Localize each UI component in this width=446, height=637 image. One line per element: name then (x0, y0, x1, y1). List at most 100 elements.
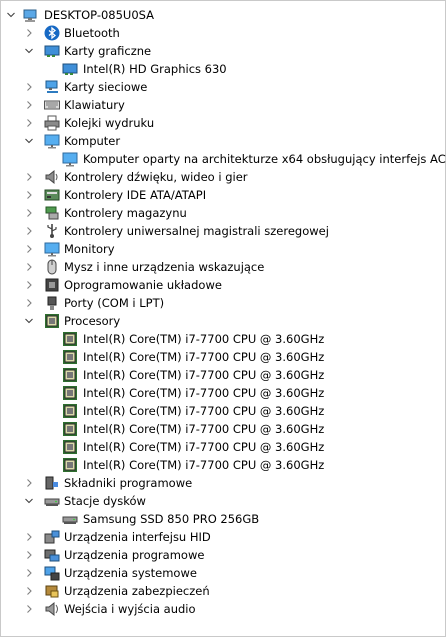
tree-category[interactable]: Kontrolery IDE ATA/ATAPI (1, 186, 446, 204)
tree-item-label: Komputer oparty na architekturze x64 obs… (83, 152, 446, 166)
tree-category[interactable]: Mysz i inne urządzenia wskazujące (1, 258, 446, 276)
tree-category[interactable]: Bluetooth (1, 24, 446, 42)
tree-item-label: Urządzenia systemowe (64, 566, 197, 580)
tree-category[interactable]: Kontrolery uniwersalnej magistrali szere… (1, 222, 446, 240)
tree-item-label: Kontrolery dźwięku, wideo i gier (64, 170, 248, 184)
tree-item-label: Kolejki wydruku (64, 116, 155, 130)
chevron-right-icon[interactable] (25, 83, 33, 91)
tree-device[interactable]: Komputer oparty na architekturze x64 obs… (1, 150, 446, 168)
tree-item-label: Mysz i inne urządzenia wskazujące (64, 260, 265, 274)
network-adapter-icon (45, 80, 58, 93)
processor-icon (63, 458, 77, 472)
tree-category[interactable]: Kontrolery dźwięku, wideo i gier (1, 168, 446, 186)
tree-device[interactable]: Intel(R) Core(TM) i7-7700 CPU @ 3.60GHz (1, 420, 446, 438)
tree-category[interactable]: Klawiatury (1, 96, 446, 114)
tree-item-label: Bluetooth (64, 26, 120, 40)
tree-item-label: Składniki programowe (64, 476, 193, 490)
port-icon (47, 296, 57, 310)
chevron-right-icon[interactable] (25, 281, 33, 289)
tree-category[interactable]: Porty (COM i LPT) (1, 294, 446, 312)
chevron-right-icon[interactable] (25, 299, 33, 307)
tree-category[interactable]: Urządzenia systemowe (1, 564, 446, 582)
tree-root-computer[interactable]: DESKTOP-085U0SA (1, 6, 446, 24)
chevron-right-icon[interactable] (25, 173, 33, 181)
tree-category[interactable]: Urządzenia zabezpieczeń (1, 582, 446, 600)
chevron-right-icon[interactable] (25, 119, 33, 127)
tree-category[interactable]: Karty sieciowe (1, 78, 446, 96)
tree-category[interactable]: Stacje dysków (1, 492, 446, 510)
tree-item-label: Oprogramowanie układowe (64, 278, 222, 292)
tree-category[interactable]: Procesory (1, 312, 446, 330)
chevron-down-icon[interactable] (25, 137, 33, 145)
tree-item-label: Urządzenia interfejsu HID (64, 530, 211, 544)
processor-icon (63, 440, 77, 454)
ide-controller-icon (44, 189, 60, 201)
chevron-down-icon[interactable] (25, 497, 33, 505)
tree-item-label: Samsung SSD 850 PRO 256GB (83, 512, 260, 526)
tree-device[interactable]: Intel(R) Core(TM) i7-7700 CPU @ 3.60GHz (1, 438, 446, 456)
chevron-right-icon[interactable] (25, 605, 33, 613)
tree-item-label: Monitory (64, 242, 115, 256)
processor-icon (63, 350, 77, 364)
tree-category[interactable]: Kolejki wydruku (1, 114, 446, 132)
device-tree[interactable]: DESKTOP-085U0SA Bluetooth Karty graficzne I… (1, 6, 446, 618)
tree-item-label: Karty graficzne (64, 44, 152, 58)
chevron-right-icon[interactable] (25, 533, 33, 541)
chevron-right-icon[interactable] (25, 209, 33, 217)
chevron-right-icon[interactable] (25, 569, 33, 577)
chevron-down-icon[interactable] (7, 11, 15, 19)
device-manager-tree-panel: DESKTOP-085U0SA Bluetooth Karty graficzne I… (0, 0, 446, 637)
chevron-right-icon[interactable] (25, 263, 33, 271)
chevron-right-icon[interactable] (25, 227, 33, 235)
tree-item-label: Klawiatury (64, 98, 125, 112)
chevron-down-icon[interactable] (25, 47, 33, 55)
tree-item-label: Wejścia i wyjścia audio (64, 602, 196, 616)
tree-device[interactable]: Samsung SSD 850 PRO 256GB (1, 510, 446, 528)
chevron-right-icon[interactable] (25, 551, 33, 559)
tree-item-label: Kontrolery IDE ATA/ATAPI (64, 188, 207, 202)
processor-icon (63, 368, 77, 382)
speaker-icon (45, 169, 58, 185)
software-component-icon (45, 476, 58, 490)
tree-device[interactable]: Intel(R) Core(TM) i7-7700 CPU @ 3.60GHz (1, 348, 446, 366)
chevron-right-icon[interactable] (25, 191, 33, 199)
monitor-icon (44, 242, 60, 257)
tree-device[interactable]: Intel(R) HD Graphics 630 (1, 60, 446, 78)
keyboard-icon (44, 100, 60, 110)
display-adapter-icon (44, 45, 60, 57)
chevron-right-icon[interactable] (25, 101, 33, 109)
system-device-icon (44, 566, 60, 581)
software-device-icon (44, 549, 60, 562)
tree-item-label: Procesory (64, 314, 121, 328)
chevron-down-icon[interactable] (25, 317, 33, 325)
tree-device[interactable]: Intel(R) Core(TM) i7-7700 CPU @ 3.60GHz (1, 330, 446, 348)
tree-category[interactable]: Komputer (1, 132, 446, 150)
processor-icon (63, 404, 77, 418)
chevron-right-icon[interactable] (25, 29, 33, 37)
tree-category[interactable]: Karty graficzne (1, 42, 446, 60)
tree-category[interactable]: Oprogramowanie układowe (1, 276, 446, 294)
tree-item-label: Intel(R) Core(TM) i7-7700 CPU @ 3.60GHz (83, 350, 325, 364)
tree-item-label: Kontrolery uniwersalnej magistrali szere… (64, 224, 329, 238)
tree-device[interactable]: Intel(R) Core(TM) i7-7700 CPU @ 3.60GHz (1, 402, 446, 420)
tree-item-label: Komputer (64, 134, 121, 148)
tree-item-label: Intel(R) Core(TM) i7-7700 CPU @ 3.60GHz (83, 368, 325, 382)
tree-category[interactable]: Urządzenia interfejsu HID (1, 528, 446, 546)
tree-category[interactable]: Urządzenia programowe (1, 546, 446, 564)
tree-category[interactable]: Składniki programowe (1, 474, 446, 492)
mouse-icon (47, 259, 57, 275)
tree-device[interactable]: Intel(R) Core(TM) i7-7700 CPU @ 3.60GHz (1, 384, 446, 402)
tree-item-label: Urządzenia zabezpieczeń (64, 584, 210, 598)
tree-device[interactable]: Intel(R) Core(TM) i7-7700 CPU @ 3.60GHz (1, 456, 446, 474)
disk-drive-icon (44, 498, 60, 506)
tree-category[interactable]: Wejścia i wyjścia audio (1, 600, 446, 618)
monitor-icon (44, 134, 60, 149)
tree-device[interactable]: Intel(R) Core(TM) i7-7700 CPU @ 3.60GHz (1, 366, 446, 384)
processor-icon (63, 386, 77, 400)
firmware-icon (45, 278, 59, 292)
chevron-right-icon[interactable] (25, 479, 33, 487)
tree-category[interactable]: Kontrolery magazynu (1, 204, 446, 222)
chevron-right-icon[interactable] (25, 245, 33, 253)
chevron-right-icon[interactable] (25, 587, 33, 595)
tree-category[interactable]: Monitory (1, 240, 446, 258)
